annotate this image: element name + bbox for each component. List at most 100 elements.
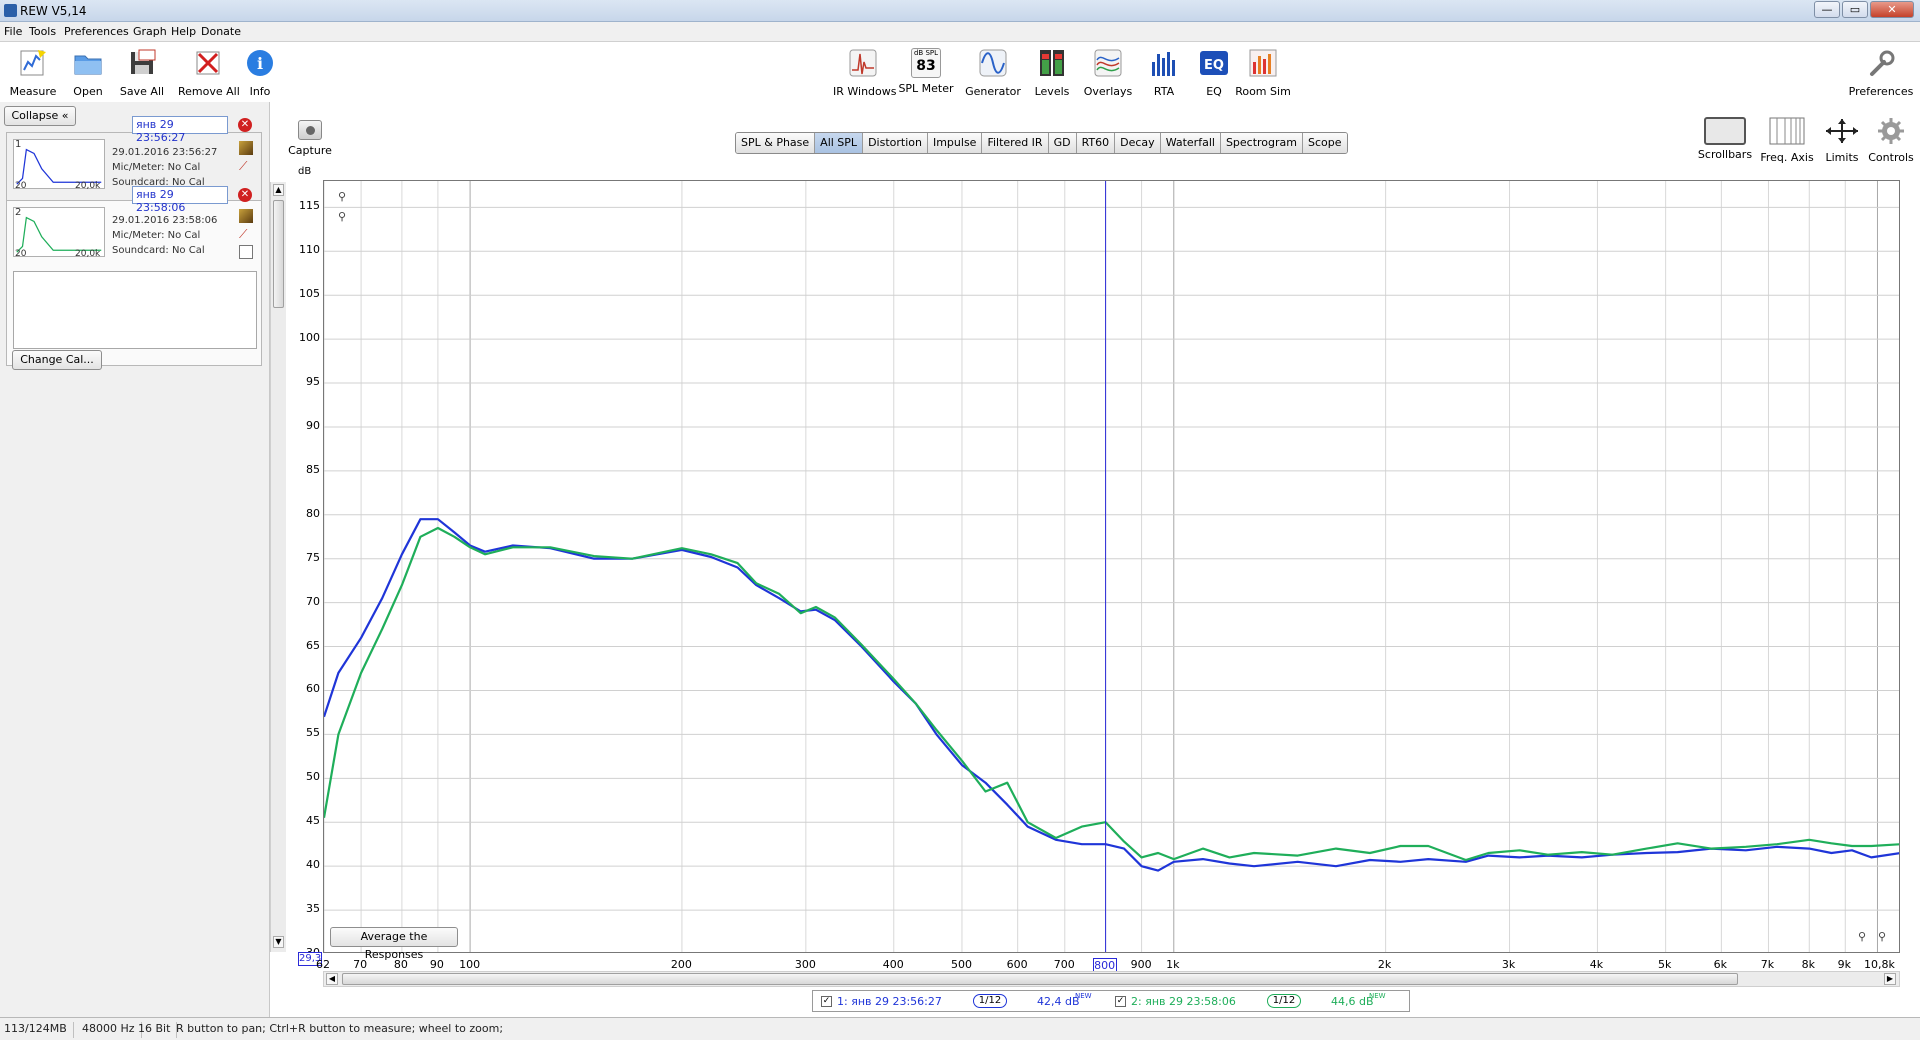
zoom-in-icon[interactable]: ⚲: [1858, 930, 1872, 944]
delete-measurement-1-icon[interactable]: ✕: [238, 118, 252, 132]
tab-waterfall[interactable]: Waterfall: [1160, 133, 1221, 153]
zoom-out-icon[interactable]: ⚲: [338, 210, 352, 224]
collapse-button[interactable]: Collapse «: [4, 106, 76, 126]
levels-button[interactable]: Levels: [1022, 44, 1082, 100]
close-button[interactable]: ✕: [1870, 1, 1914, 18]
levels-icon: [1040, 50, 1064, 76]
limits-button[interactable]: Limits: [1818, 116, 1866, 168]
legend-label-1: 1: янв 29 23:56:27: [837, 995, 942, 1008]
hscroll-thumb[interactable]: [342, 973, 1738, 985]
controls-button[interactable]: Controls: [1866, 116, 1916, 168]
menu-help[interactable]: Help: [171, 25, 196, 38]
hint-status: R button to pan; Ctrl+R button to measur…: [176, 1022, 504, 1035]
scroll-down-icon[interactable]: ▼: [273, 936, 284, 948]
preferences-button[interactable]: Preferences: [1846, 44, 1916, 100]
wrench-icon: [1870, 50, 1895, 76]
mic-cal-icon[interactable]: ⟋: [239, 227, 253, 241]
panel-scrollbar[interactable]: ▲ ▼: [270, 182, 286, 952]
average-responses-button[interactable]: Average the Responses: [330, 927, 458, 961]
sample-rate-status: 48000 Hz: [82, 1022, 142, 1038]
menu-tools[interactable]: Tools: [29, 25, 56, 38]
graph-legend: ✓ 1: янв 29 23:56:27 1/12 42,4 dB NEW ✓ …: [812, 990, 1410, 1012]
measurement-mic-2: Mic/Meter: No Cal: [112, 230, 201, 241]
measurement-name-1[interactable]: янв 29 23:56:27: [132, 116, 228, 144]
rta-icon: [1152, 52, 1175, 76]
tab-spl-phase[interactable]: SPL & Phase: [736, 133, 816, 153]
overlays-button[interactable]: Overlays: [1078, 44, 1138, 100]
delete-measurement-2-icon[interactable]: ✕: [238, 188, 252, 202]
tab-scope[interactable]: Scope: [1303, 133, 1347, 153]
ir-windows-button[interactable]: IR Windows: [833, 44, 897, 100]
legend-checkbox-2[interactable]: ✓: [1115, 996, 1126, 1007]
spl-meter-button[interactable]: dB SPL 83 SPL Meter: [896, 44, 956, 100]
scroll-up-icon[interactable]: ▲: [273, 184, 284, 196]
capture-button[interactable]: Capture: [280, 118, 340, 166]
scrollbars-icon: [1704, 117, 1746, 145]
spl-unit: dB SPL: [913, 49, 939, 57]
scroll-thumb[interactable]: [273, 200, 284, 308]
settings-icon[interactable]: [239, 209, 253, 223]
tab-decay[interactable]: Decay: [1115, 133, 1161, 153]
ir-windows-label: IR Windows: [833, 85, 897, 98]
menu-preferences[interactable]: Preferences: [64, 25, 129, 38]
y-tick-label: 85: [306, 462, 320, 476]
thumb-hi-1: 20,0k: [75, 181, 101, 191]
open-label: Open: [73, 85, 103, 98]
y-tick-label: 35: [306, 902, 320, 916]
menu-file[interactable]: File: [4, 25, 22, 38]
scroll-left-icon[interactable]: ◀: [326, 973, 338, 985]
tab-rt60[interactable]: RT60: [1076, 133, 1116, 153]
y-tick-label: 90: [306, 418, 320, 432]
eq-icon: EQ: [1200, 51, 1228, 75]
measurement-index-2: 2: [15, 207, 22, 218]
tab-gd[interactable]: GD: [1048, 133, 1077, 153]
tab-distortion[interactable]: Distortion: [863, 133, 928, 153]
zoom-out-icon[interactable]: ⚲: [1878, 930, 1892, 944]
change-cal-button[interactable]: Change Cal...: [12, 350, 102, 370]
notes-area[interactable]: [13, 271, 257, 349]
legend-badge-2: NEW: [1369, 992, 1386, 1000]
measurement-mic-1: Mic/Meter: No Cal: [112, 162, 201, 173]
capture-label: Capture: [288, 144, 332, 157]
tab-spectrogram[interactable]: Spectrogram: [1220, 133, 1304, 153]
soundcard-cal-icon[interactable]: [239, 245, 253, 259]
measurements-panel: Collapse « 1 20 20,0k 29.01.2016 23:56:2…: [0, 102, 286, 1022]
x-tick-label: 700: [1053, 958, 1075, 971]
minimize-button[interactable]: —: [1814, 1, 1840, 18]
y-tick-label: 105: [299, 287, 320, 301]
x-tick-label: 100: [459, 958, 481, 971]
window-title: REW V5,14: [20, 4, 87, 18]
freq-axis-button[interactable]: Freq. Axis: [1756, 116, 1818, 168]
legend-smoothing-1[interactable]: 1/12: [973, 994, 1007, 1008]
thumb-lo-2: 20: [15, 249, 27, 259]
y-tick-label: 70: [306, 594, 320, 608]
settings-icon[interactable]: [239, 141, 253, 155]
scrollbars-button[interactable]: Scrollbars: [1694, 116, 1756, 168]
open-button[interactable]: Open: [58, 44, 118, 100]
room-sim-icon: [1249, 49, 1277, 77]
tab-all-spl[interactable]: All SPL: [815, 133, 864, 153]
measure-button[interactable]: Measure: [3, 44, 63, 100]
menu-donate[interactable]: Donate: [201, 25, 241, 38]
scroll-right-icon[interactable]: ▶: [1884, 973, 1896, 985]
maximize-button[interactable]: ▭: [1842, 1, 1868, 18]
limits-icon: [1826, 119, 1858, 143]
generator-button[interactable]: Generator: [963, 44, 1023, 100]
room-sim-button[interactable]: Room Sim: [1233, 44, 1293, 100]
spl-graph[interactable]: [323, 180, 1900, 953]
legend-smoothing-2[interactable]: 1/12: [1267, 994, 1301, 1008]
graph-hscrollbar[interactable]: ◀ ▶: [323, 971, 1900, 987]
menu-graph[interactable]: Graph: [133, 25, 167, 38]
tab-impulse[interactable]: Impulse: [927, 133, 983, 153]
measurement-card-2[interactable]: 2 20 20,0k 29.01.2016 23:58:06 Mic/Meter…: [6, 200, 262, 366]
mic-cal-icon[interactable]: ⟋: [239, 159, 253, 173]
measurement-index-1: 1: [15, 139, 22, 150]
save-all-button[interactable]: Save All: [112, 44, 172, 100]
x-tick-label: 8k: [1801, 958, 1815, 971]
remove-all-button[interactable]: Remove All: [178, 44, 240, 100]
tab-filtered-ir[interactable]: Filtered IR: [982, 133, 1049, 153]
info-button[interactable]: i Info: [230, 44, 290, 100]
zoom-in-icon[interactable]: ⚲: [338, 190, 352, 204]
measurement-name-2[interactable]: янв 29 23:58:06: [132, 186, 228, 214]
legend-checkbox-1[interactable]: ✓: [821, 996, 832, 1007]
